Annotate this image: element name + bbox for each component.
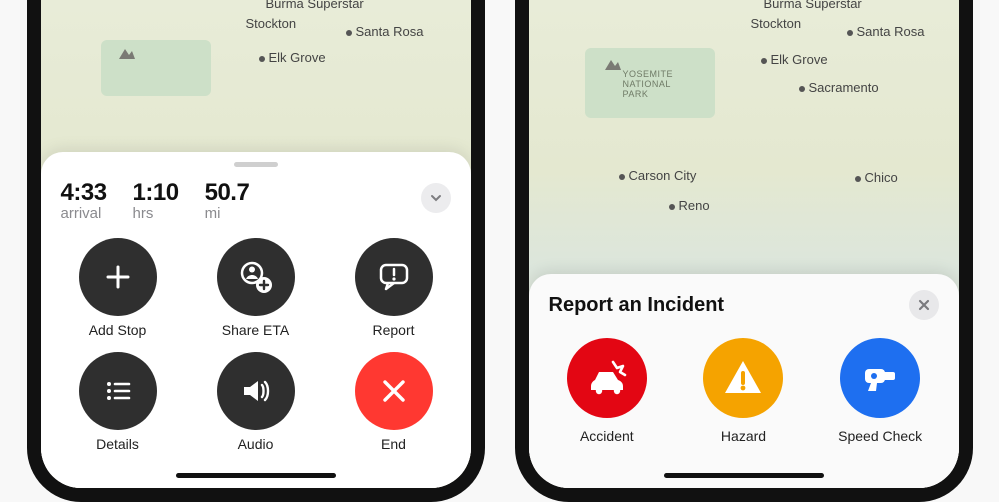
incident-label: Hazard: [721, 428, 766, 444]
incident-label: Accident: [580, 428, 634, 444]
action-label: Audio: [238, 436, 274, 452]
share-eta-icon: [217, 238, 295, 316]
speaker-icon: [217, 352, 295, 430]
action-label: Details: [96, 436, 139, 452]
action-label: Share ETA: [222, 322, 289, 338]
speed-check-button[interactable]: Speed Check: [822, 338, 939, 444]
map-label: Santa Rosa: [847, 24, 925, 39]
accident-button[interactable]: Accident: [549, 338, 666, 444]
map-label: Elk Grove: [761, 52, 828, 67]
details-button[interactable]: Details: [65, 352, 171, 452]
hazard-button[interactable]: Hazard: [685, 338, 802, 444]
navigation-sheet: 4:33 arrival 1:10 hrs 50.7 mi Add Stop Sh…: [41, 152, 471, 488]
warning-icon: [703, 338, 783, 418]
mountain-icon: [117, 45, 137, 61]
actions-grid: Add Stop Share ETA Report Details Audio End: [59, 238, 453, 452]
collapse-button[interactable]: [421, 183, 451, 213]
home-indicator[interactable]: [176, 473, 336, 478]
mountain-icon: [603, 56, 623, 72]
map-label: Chico: [855, 170, 898, 185]
report-button[interactable]: Report: [341, 238, 447, 338]
map-label: Carson City: [619, 168, 697, 183]
map-label: Elk Grove: [259, 50, 326, 65]
stat-arrival: 4:33 arrival: [61, 179, 107, 222]
share-eta-button[interactable]: Share ETA: [203, 238, 309, 338]
trip-stats: 4:33 arrival 1:10 hrs 50.7 mi: [59, 177, 453, 232]
stat-duration: 1:10 hrs: [133, 179, 179, 222]
action-label: Add Stop: [89, 322, 147, 338]
map-label: Burma Superstar: [266, 0, 364, 11]
x-icon: [355, 352, 433, 430]
car-crash-icon: [567, 338, 647, 418]
incident-label: Speed Check: [838, 428, 922, 444]
park-label: YOSEMITE NATIONAL PARK: [623, 70, 674, 100]
home-indicator[interactable]: [664, 473, 824, 478]
map-label: Stockton: [751, 16, 802, 31]
phone-left: Burma Superstar Stockton Santa Rosa Elk Gro…: [27, 0, 485, 502]
chevron-down-icon: [429, 191, 443, 205]
map-label: Burma Superstar: [764, 0, 862, 11]
map-label: Stockton: [246, 16, 297, 31]
report-icon: [355, 238, 433, 316]
end-button[interactable]: End: [341, 352, 447, 452]
plus-icon: [79, 238, 157, 316]
map-label: Sacramento: [799, 80, 879, 95]
action-label: Report: [372, 322, 414, 338]
audio-button[interactable]: Audio: [203, 352, 309, 452]
action-label: End: [381, 436, 406, 452]
speed-gun-icon: [840, 338, 920, 418]
map-label: Reno: [669, 198, 710, 213]
list-icon: [79, 352, 157, 430]
add-stop-button[interactable]: Add Stop: [65, 238, 171, 338]
sheet-title: Report an Incident: [549, 294, 725, 317]
close-icon: [918, 299, 930, 311]
incident-options: Accident Hazard Speed Check: [549, 338, 939, 444]
stat-distance: 50.7 mi: [205, 179, 250, 222]
map-label: Santa Rosa: [346, 24, 424, 39]
close-button[interactable]: [909, 290, 939, 320]
sheet-grabber[interactable]: [234, 162, 278, 167]
phone-right: YOSEMITE NATIONAL PARK Burma Superstar St…: [515, 0, 973, 502]
report-incident-sheet: Report an Incident Accident Hazard Speed C…: [529, 274, 959, 488]
